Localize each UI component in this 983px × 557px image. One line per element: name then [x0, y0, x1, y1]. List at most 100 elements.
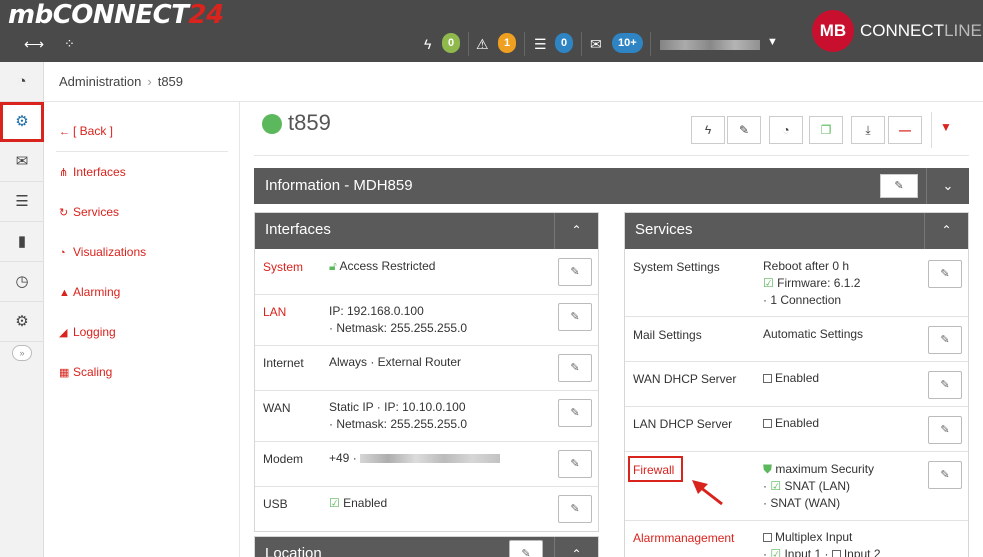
- firewall-value: ⛊ maximum Security · ☑ SNAT (LAN) · SNAT (…: [763, 462, 875, 510]
- lan-value: IP: 192.168.0.100 · Netmask: 255.255.255.…: [329, 304, 468, 335]
- breadcrumb: Administration › t859: [44, 62, 983, 102]
- remove-action-button[interactable]: —: [888, 116, 922, 144]
- user-name-redacted[interactable]: [660, 40, 760, 50]
- edit-system-settings-button[interactable]: ✎: [928, 260, 962, 288]
- service-row-system-settings: System Settings Reboot after 0 h ☑ Firmwa…: [625, 249, 968, 317]
- lightning-count-badge[interactable]: 0: [442, 33, 461, 53]
- caret-down-icon[interactable]: ▼: [767, 36, 778, 48]
- app-logo[interactable]: mbCONNECT24: [8, 0, 224, 30]
- interface-row-modem: Modem +49 · ✎: [255, 442, 598, 487]
- edit-information-button[interactable]: ✎: [880, 174, 918, 198]
- wan-label: WAN: [263, 401, 291, 415]
- download-action-button[interactable]: ⤓: [851, 116, 885, 144]
- area-chart-icon: ◢: [59, 327, 68, 339]
- arrow-left-icon: ←: [59, 126, 70, 138]
- device-name: t859: [288, 110, 331, 135]
- chevron-up-icon[interactable]: ⌃: [554, 213, 598, 249]
- nav-alarming[interactable]: ▲ Alarming: [59, 285, 120, 299]
- mail-icon[interactable]: ✉: [590, 36, 602, 53]
- checkbox-unchecked-icon: [763, 419, 772, 428]
- server-stack-icon[interactable]: ☰: [0, 182, 44, 222]
- back-link[interactable]: ←[ Back ]: [59, 124, 113, 138]
- mail-count-badge[interactable]: 10+: [612, 33, 643, 53]
- expand-sidebar-icon[interactable]: »: [12, 345, 32, 361]
- copy-action-button[interactable]: ❐: [809, 116, 843, 144]
- breadcrumb-administration[interactable]: Administration: [59, 74, 141, 89]
- internet-label: Internet: [263, 356, 304, 370]
- warning-count-badge[interactable]: 1: [498, 33, 517, 53]
- interface-row-internet: Internet Always · External Router ✎: [255, 346, 598, 391]
- top-bar: mbCONNECT24 ⟷ ⁘ ϟ 0 ⚠ 1 ☰ 0 ✉ 10+ ▼ MB C…: [0, 0, 983, 62]
- shield-icon: ⛊: [763, 462, 773, 476]
- breadcrumb-current: t859: [157, 74, 184, 89]
- nav-visualizations[interactable]: ◔ Visualizations: [59, 245, 146, 259]
- edit-system-button[interactable]: ✎: [558, 258, 592, 286]
- usb-value: ☑ Enabled: [329, 496, 388, 510]
- system-settings-value: Reboot after 0 h ☑ Firmware: 6.1.2 · 1 Con…: [763, 259, 861, 307]
- refresh-icon: ↻: [59, 207, 69, 219]
- edit-usb-button[interactable]: ✎: [558, 495, 592, 523]
- alarmmanagement-link[interactable]: Alarmmanagement: [633, 531, 734, 545]
- dashboard-icon[interactable]: ◔: [0, 62, 44, 102]
- services-title: Services: [635, 221, 693, 238]
- edit-lan-button[interactable]: ✎: [558, 303, 592, 331]
- edit-wan-dhcp-button[interactable]: ✎: [928, 371, 962, 399]
- brand-name: CONNECTLINE: [860, 21, 982, 40]
- system-link[interactable]: System: [263, 260, 303, 274]
- warning-icon[interactable]: ⚠: [476, 36, 489, 53]
- server-icon[interactable]: ☰: [534, 36, 547, 53]
- interfaces-panel: Interfaces ⌃ System 🔓︎ Access Restricted…: [254, 212, 599, 532]
- clock-icon[interactable]: ◷: [0, 262, 44, 302]
- settings-gear-icon[interactable]: ⚙: [0, 302, 44, 342]
- table-icon: ▦: [59, 367, 70, 379]
- interfaces-panel-header: Interfaces ⌃: [255, 213, 598, 249]
- information-title: Information - MDH859: [265, 177, 413, 194]
- server-count-badge[interactable]: 0: [555, 33, 574, 53]
- icon-sidebar: ◔ ⚙ ✉ ☰ ▮ ◷ ⚙ »: [0, 62, 44, 557]
- alarmmanagement-value: Multiplex Input · ☑ Input 1 · Input 2: [763, 529, 881, 557]
- lightning-icon[interactable]: ϟ: [424, 36, 431, 52]
- edit-location-button[interactable]: ✎: [509, 540, 543, 557]
- interface-row-system: System 🔓︎ Access Restricted ✎: [255, 249, 598, 295]
- book-icon[interactable]: ▮: [0, 222, 44, 262]
- divider: [581, 32, 582, 56]
- service-row-lan-dhcp: LAN DHCP Server Enabled ✎: [625, 407, 968, 452]
- service-row-mail-settings: Mail Settings Automatic Settings ✎: [625, 317, 968, 362]
- lan-dhcp-label: LAN DHCP Server: [633, 417, 733, 431]
- lan-dhcp-value: Enabled: [763, 415, 819, 432]
- services-panel-header: Services ⌃: [625, 213, 968, 249]
- breadcrumb-separator: ›: [147, 74, 152, 89]
- lan-link[interactable]: LAN: [263, 305, 286, 319]
- checkbox-checked-icon: ☑: [763, 276, 774, 290]
- nav-logging[interactable]: ◢ Logging: [59, 325, 116, 339]
- firewall-highlight-box: [628, 456, 683, 482]
- envelope-icon[interactable]: ✉: [0, 142, 44, 182]
- lightning-action-button[interactable]: ϟ: [691, 116, 725, 144]
- divider: [931, 112, 932, 148]
- administration-gear-icon[interactable]: ⚙: [0, 102, 44, 142]
- interface-row-lan: LAN IP: 192.168.0.100 · Netmask: 255.255.…: [255, 295, 598, 346]
- edit-firewall-button[interactable]: ✎: [928, 461, 962, 489]
- edit-lan-dhcp-button[interactable]: ✎: [928, 416, 962, 444]
- edit-wan-button[interactable]: ✎: [558, 399, 592, 427]
- system-value: 🔓︎ Access Restricted: [329, 259, 436, 273]
- edit-internet-button[interactable]: ✎: [558, 354, 592, 382]
- expand-horizontal-icon[interactable]: ⟷: [24, 36, 44, 53]
- chevron-down-icon[interactable]: ⌄: [926, 168, 969, 204]
- nav-interfaces[interactable]: ⋔ Interfaces: [59, 165, 126, 179]
- checkbox-unchecked-icon: [763, 374, 772, 383]
- modem-value: +49 ·: [329, 450, 501, 467]
- dashboard-action-button[interactable]: ◔: [769, 116, 803, 144]
- divider: [650, 32, 651, 56]
- edit-modem-button[interactable]: ✎: [558, 450, 592, 478]
- mail-settings-value: Automatic Settings: [763, 327, 864, 341]
- wan-dhcp-label: WAN DHCP Server: [633, 372, 737, 386]
- wrench-action-button[interactable]: ✎: [727, 116, 761, 144]
- edit-mail-settings-button[interactable]: ✎: [928, 326, 962, 354]
- nav-services[interactable]: ↻ Services: [59, 205, 119, 219]
- chevron-up-icon[interactable]: ⌃: [924, 213, 968, 249]
- caret-down-icon[interactable]: ▼: [940, 120, 952, 134]
- divider: [56, 151, 228, 152]
- nav-scaling[interactable]: ▦ Scaling: [59, 365, 112, 379]
- chevron-up-icon[interactable]: ⌃: [554, 537, 598, 557]
